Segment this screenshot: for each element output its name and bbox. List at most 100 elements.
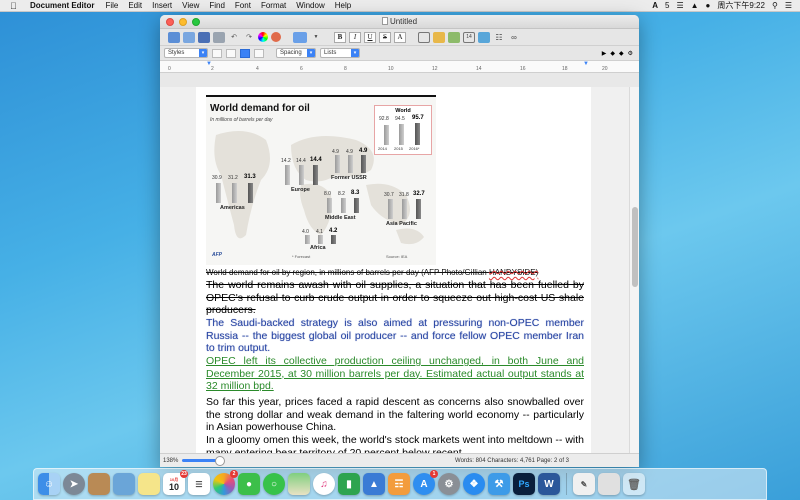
zoom-slider[interactable] [182, 456, 226, 466]
region-bar [248, 183, 253, 203]
paragraph-3[interactable]: OPEC left its collective production ceil… [206, 355, 584, 393]
launchpad-icon[interactable]: ➤ [63, 473, 85, 495]
keynote-icon[interactable]: ▲ [363, 473, 385, 495]
arrow-right-icon[interactable]: ▶ [602, 50, 607, 57]
calendar-app-icon[interactable]: 10月 10 23 [163, 470, 188, 495]
menu-font[interactable]: Font [235, 1, 251, 10]
status-count[interactable]: 5 [665, 1, 669, 10]
align-right-button[interactable] [254, 48, 264, 58]
new-document-icon[interactable] [168, 31, 180, 43]
strikethrough-button[interactable]: S [379, 31, 391, 43]
ibooks-icon[interactable]: ☶ [388, 473, 410, 495]
ruler[interactable]: ▼ ▼ 0 2 4 6 8 10 12 14 16 18 20 [160, 61, 639, 73]
chart-icon[interactable] [478, 31, 490, 43]
paragraph-2[interactable]: The Saudi-backed strategy is also aimed … [206, 317, 584, 355]
calendar-badge: 23 [180, 470, 188, 478]
menu-app-name[interactable]: Document Editor [30, 1, 94, 10]
safari-icon[interactable]: ❖ [463, 473, 485, 495]
document-statistics: Words: 804 Characters: 4,761 Page: 2 of … [455, 457, 569, 464]
finder-icon[interactable]: ☺ [38, 473, 60, 495]
calendar-icon[interactable]: 14 [463, 31, 475, 43]
airplay-icon[interactable]: ▲ [691, 1, 699, 10]
print-icon[interactable] [213, 31, 225, 43]
zoom-level[interactable]: 138% [163, 458, 178, 464]
ruler-tick: 0 [168, 66, 171, 72]
color-wheel-icon[interactable] [258, 32, 268, 42]
menu-file[interactable]: File [105, 1, 118, 10]
italic-button[interactable]: I [349, 31, 361, 43]
menu-format[interactable]: Format [261, 1, 286, 10]
trash-icon[interactable]: 🗑 [623, 473, 645, 495]
image-icon[interactable] [433, 31, 445, 43]
lists-select[interactable]: Lists ▾ [320, 48, 360, 58]
document-page[interactable]: World demand for oil In millions of barr… [196, 87, 591, 453]
minimized-window-icon[interactable] [598, 473, 620, 495]
appstore-icon[interactable]: A 1 [413, 470, 438, 495]
save-icon[interactable] [198, 31, 210, 43]
region-bar [331, 235, 336, 244]
document-scroll-area[interactable]: World demand for oil In millions of barr… [160, 87, 639, 453]
highlight-color-icon[interactable] [293, 31, 307, 43]
underline-button[interactable]: U [364, 31, 376, 43]
maps-icon[interactable] [288, 473, 310, 495]
ruler-right-margin-icon[interactable]: ▼ [583, 61, 589, 67]
document-window: Untitled ↶ ↷ ▼ B I U S A 14 ☷ ∞ Styles ▾ [160, 15, 639, 467]
user-icon[interactable]: ● [706, 1, 711, 10]
table-icon[interactable] [418, 31, 430, 43]
align-left-button[interactable] [212, 48, 222, 58]
undo-icon[interactable]: ↶ [228, 32, 240, 43]
bold-button[interactable]: B [334, 31, 346, 43]
diamond-icon[interactable]: ◆ [619, 50, 624, 57]
document-editor-icon[interactable]: ✎ [573, 473, 595, 495]
scrollbar-thumb[interactable] [632, 207, 638, 287]
input-method-icon[interactable]: A [652, 1, 658, 10]
menu-insert[interactable]: Insert [152, 1, 172, 10]
region-bar [416, 199, 421, 219]
shapes-icon[interactable] [271, 32, 281, 42]
title-bar[interactable]: Untitled [160, 15, 639, 29]
photos-icon[interactable]: 2 [213, 470, 238, 495]
dropdown-arrow-icon[interactable]: ▼ [310, 32, 322, 43]
text-color-button[interactable]: A [394, 31, 406, 43]
align-center-button[interactable] [226, 48, 236, 58]
menu-help[interactable]: Help [335, 1, 351, 10]
paragraph-1[interactable]: The world remains awash with oil supplie… [206, 279, 584, 317]
menu-find[interactable]: Find [209, 1, 225, 10]
paragraph-4[interactable]: So far this year, prices faced a rapid d… [206, 396, 584, 434]
link-icon[interactable] [448, 31, 460, 43]
vertical-scrollbar[interactable] [629, 87, 639, 453]
redo-icon[interactable]: ↷ [243, 32, 255, 43]
spacing-select[interactable]: Spacing ▾ [276, 48, 316, 58]
word-icon[interactable]: W [538, 473, 560, 495]
itunes-icon[interactable]: ♫ [313, 473, 335, 495]
reminders-icon[interactable]: ☰ [188, 473, 210, 495]
notification-center-icon[interactable]: ☰ [785, 1, 792, 10]
oil-demand-infographic[interactable]: World demand for oil In millions of barr… [206, 95, 436, 265]
wifi-icon[interactable]: ☰ [676, 1, 683, 10]
styles-select[interactable]: Styles ▾ [164, 48, 208, 58]
image-caption[interactable]: World demand for oil by region, in milli… [206, 268, 584, 277]
facetime-icon[interactable]: ● [238, 473, 260, 495]
apple-menu-icon[interactable]:  [10, 1, 22, 11]
settings-gear-icon[interactable]: ⚙ [628, 50, 633, 57]
align-justify-button[interactable] [240, 48, 250, 58]
photoshop-icon[interactable]: Ps [513, 473, 535, 495]
spotlight-icon[interactable]: ⚲ [772, 1, 778, 10]
numbers-icon[interactable]: ▮ [338, 473, 360, 495]
clock[interactable]: 周六下午9:22 [717, 0, 765, 11]
system-preferences-icon[interactable]: ⚙ [438, 473, 460, 495]
ruler-tick: 12 [432, 66, 438, 72]
notes-app-icon[interactable] [88, 473, 110, 495]
messages-icon[interactable]: ○ [263, 473, 285, 495]
play-icon[interactable]: ◆ [610, 50, 615, 57]
open-document-icon[interactable] [183, 31, 195, 43]
preview-icon[interactable] [113, 473, 135, 495]
columns-icon[interactable]: ☷ [493, 32, 505, 43]
menu-window[interactable]: Window [296, 1, 324, 10]
xcode-icon[interactable]: ⚒ [488, 473, 510, 495]
menu-view[interactable]: View [182, 1, 199, 10]
attach-icon[interactable]: ∞ [508, 32, 520, 43]
paragraph-5[interactable]: In a gloomy omen this week, the world's … [206, 434, 584, 453]
stickies-icon[interactable] [138, 473, 160, 495]
menu-edit[interactable]: Edit [128, 1, 142, 10]
